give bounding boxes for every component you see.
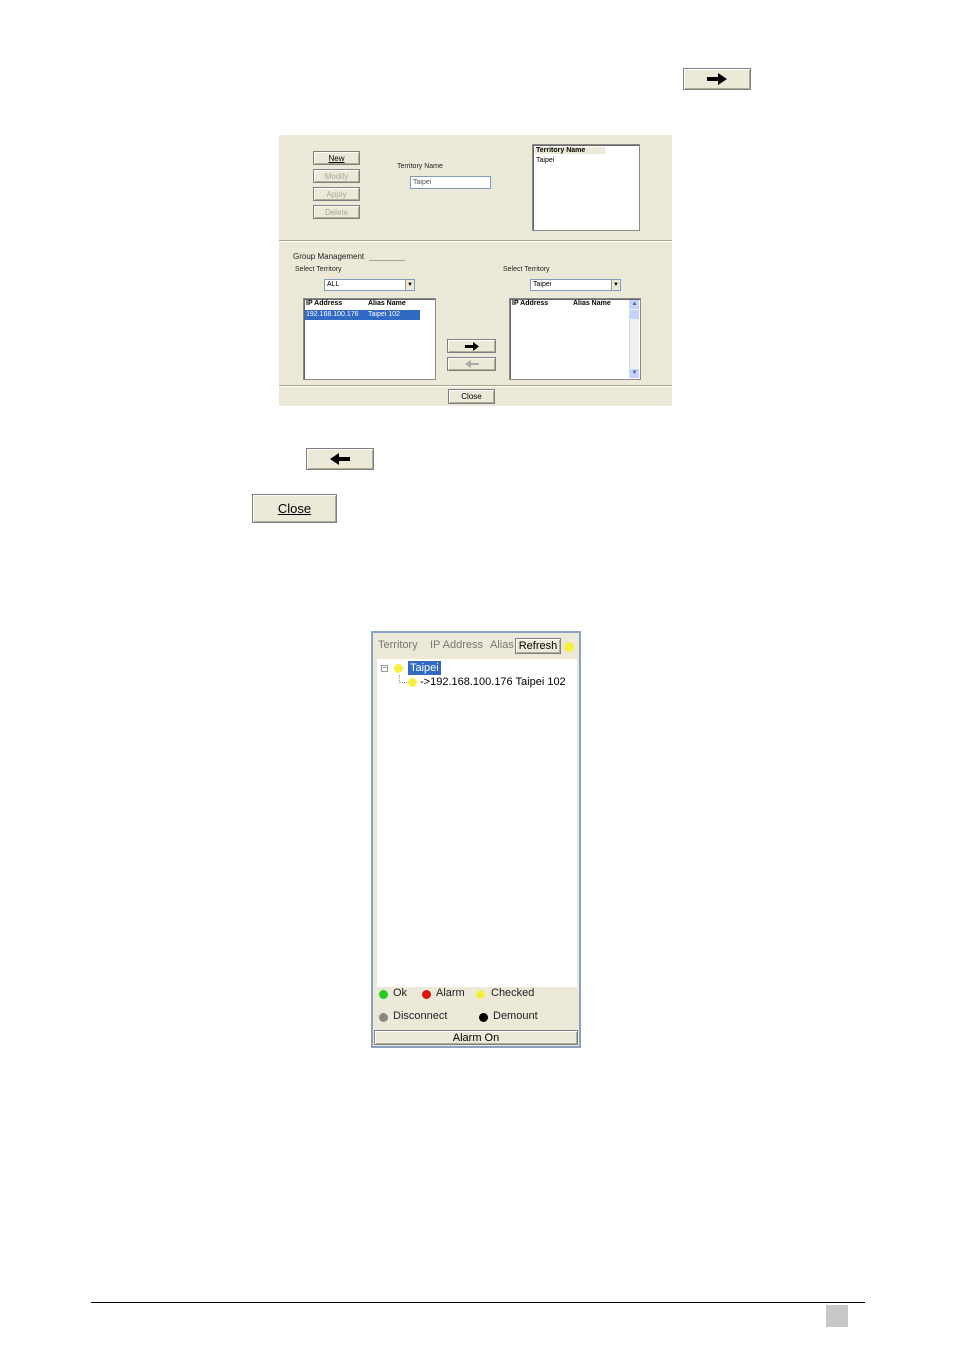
divider bbox=[279, 240, 672, 241]
territory-name-label: Territory Name bbox=[397, 163, 443, 170]
page-number-box bbox=[826, 1305, 848, 1327]
checked-status-icon bbox=[476, 990, 485, 999]
group-management-label: Group Management bbox=[293, 252, 365, 261]
tree-root-item[interactable]: Taipei bbox=[408, 661, 441, 675]
column-header-ip: IP Address bbox=[306, 300, 343, 307]
left-select-value: ALL bbox=[327, 281, 340, 288]
territory-devices-list[interactable]: IP Address Alias Name ▲ ▼ bbox=[509, 298, 641, 380]
move-left-button[interactable] bbox=[447, 357, 496, 371]
right-select-value: Taipei bbox=[533, 281, 552, 288]
tab-territory[interactable]: Territory bbox=[378, 639, 418, 651]
territory-management-dialog: New Modify Apply Delete Territory Name T… bbox=[279, 135, 672, 406]
left-territory-select[interactable]: ALL ▼ bbox=[324, 279, 415, 291]
modify-button[interactable]: Modify bbox=[313, 169, 360, 183]
right-select-territory-label: Select Territory bbox=[503, 266, 550, 273]
legend-checked: Checked bbox=[491, 987, 535, 999]
territory-status-icon bbox=[394, 664, 403, 673]
right-arrow-icon bbox=[464, 341, 479, 351]
tab-alias[interactable]: Alias bbox=[490, 639, 514, 651]
left-arrow-icon bbox=[330, 453, 350, 465]
device-tree[interactable]: − Taipei ->192.168.100.176 Taipei 102 bbox=[377, 659, 577, 987]
scroll-thumb[interactable] bbox=[630, 310, 639, 319]
group-divider bbox=[369, 260, 405, 261]
dialog-close-button[interactable]: Close bbox=[448, 389, 495, 404]
demount-status-icon bbox=[479, 1013, 488, 1022]
legend-ok: Ok bbox=[393, 987, 408, 999]
territory-list-header: Territory Name bbox=[535, 147, 605, 154]
scrollbar[interactable]: ▲ ▼ bbox=[629, 300, 639, 378]
scroll-up-button[interactable]: ▲ bbox=[630, 300, 639, 309]
scroll-down-button[interactable]: ▼ bbox=[630, 369, 639, 378]
footer-rule bbox=[91, 1302, 865, 1303]
footer-divider bbox=[279, 385, 672, 386]
list-item[interactable]: Taipei bbox=[536, 157, 554, 164]
disconnect-status-icon bbox=[379, 1013, 388, 1022]
move-right-button[interactable] bbox=[447, 339, 496, 353]
column-header-ip: IP Address bbox=[512, 300, 549, 307]
legend-disconnect: Disconnect bbox=[393, 1010, 448, 1022]
territory-name-input[interactable]: Taipei bbox=[410, 176, 491, 189]
delete-button[interactable]: Delete bbox=[313, 205, 360, 219]
tab-ip-address[interactable]: IP Address bbox=[430, 639, 483, 651]
right-arrow-icon bbox=[707, 73, 727, 85]
chevron-down-icon: ▼ bbox=[611, 280, 620, 290]
tree-child-item[interactable]: ->192.168.100.176 Taipei 102 bbox=[420, 675, 566, 689]
new-button[interactable]: New bbox=[313, 151, 360, 165]
right-territory-select[interactable]: Taipei ▼ bbox=[530, 279, 621, 291]
chevron-down-icon: ▼ bbox=[405, 280, 414, 290]
alias-cell: Taipei 102 bbox=[368, 311, 400, 318]
available-devices-list[interactable]: IP Address Alias Name 192.168.100.176 Ta… bbox=[303, 298, 436, 380]
alarm-status-icon bbox=[422, 990, 431, 999]
left-arrow-icon bbox=[464, 359, 479, 368]
expand-collapse-icon[interactable]: − bbox=[381, 665, 388, 672]
legend-alarm: Alarm bbox=[436, 987, 465, 999]
status-light-icon bbox=[564, 642, 574, 652]
refresh-button[interactable]: Refresh bbox=[515, 638, 561, 654]
device-monitor-panel: Territory IP Address Alias Refresh − Tai… bbox=[371, 631, 581, 1048]
ok-status-icon bbox=[379, 990, 388, 999]
tree-connector bbox=[399, 675, 407, 683]
device-status-icon bbox=[408, 678, 417, 687]
column-header-alias: Alias Name bbox=[368, 300, 406, 307]
alarm-on-button[interactable]: Alarm On bbox=[374, 1030, 578, 1045]
ip-cell: 192.168.100.176 bbox=[306, 311, 359, 318]
remove-from-territory-button[interactable] bbox=[306, 448, 374, 470]
left-select-territory-label: Select Territory bbox=[295, 266, 342, 273]
table-row[interactable]: 192.168.100.176 Taipei 102 bbox=[305, 310, 420, 320]
add-to-territory-button[interactable] bbox=[683, 68, 751, 90]
apply-button[interactable]: Apply bbox=[313, 187, 360, 201]
close-button[interactable]: Close bbox=[252, 494, 337, 523]
column-header-alias: Alias Name bbox=[573, 300, 611, 307]
legend-demount: Demount bbox=[493, 1010, 538, 1022]
territory-name-list[interactable]: Territory Name Taipei bbox=[532, 144, 640, 231]
